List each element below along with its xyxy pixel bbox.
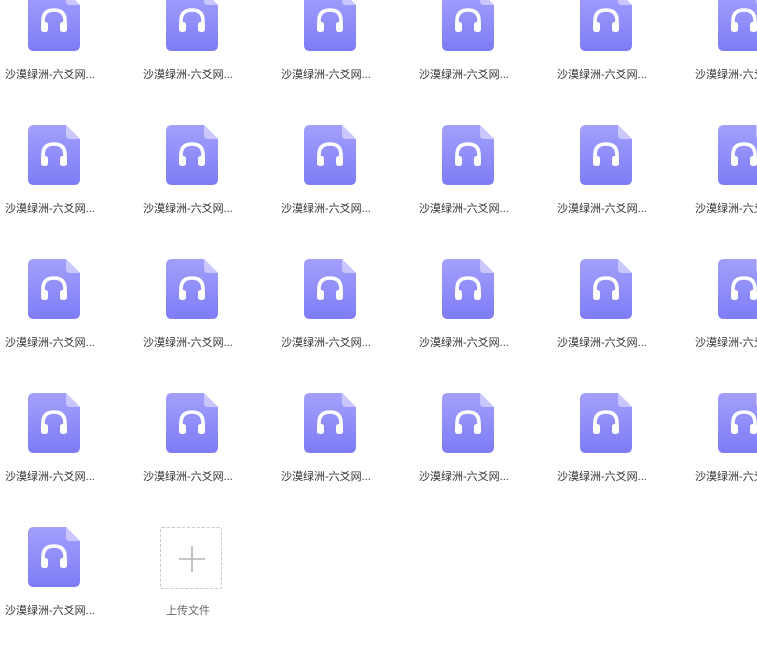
audio-file-icon	[28, 527, 80, 587]
audio-file-icon	[718, 0, 757, 51]
file-item[interactable]: 沙漠绿洲-六爻网...	[0, 527, 138, 661]
file-item[interactable]: 沙漠绿洲-六爻网...	[414, 125, 552, 259]
file-item[interactable]: 沙漠绿洲-六爻网...	[690, 125, 757, 259]
audio-file-icon	[718, 125, 757, 185]
file-name: 沙漠绿洲-六爻网...	[695, 337, 757, 349]
file-grid: 沙漠绿洲-六爻网... 沙漠绿洲-六爻网... 沙漠绿洲-六爻网... 沙漠绿洲…	[0, 0, 757, 661]
file-name: 沙漠绿洲-六爻网...	[557, 69, 647, 81]
file-item[interactable]: 沙漠绿洲-六爻网...	[552, 0, 690, 125]
file-name: 沙漠绿洲-六爻网...	[5, 337, 95, 349]
file-item[interactable]: 沙漠绿洲-六爻网...	[552, 393, 690, 527]
file-name: 沙漠绿洲-六爻网...	[143, 203, 233, 215]
file-name: 沙漠绿洲-六爻网...	[557, 337, 647, 349]
audio-file-icon	[166, 125, 218, 185]
audio-file-icon	[718, 393, 757, 453]
audio-file-icon	[304, 0, 356, 51]
file-name: 沙漠绿洲-六爻网...	[419, 203, 509, 215]
plus-icon	[179, 546, 205, 572]
file-name: 沙漠绿洲-六爻网...	[281, 69, 371, 81]
file-name: 沙漠绿洲-六爻网...	[695, 69, 757, 81]
file-item[interactable]: 沙漠绿洲-六爻网...	[0, 259, 138, 393]
audio-file-icon	[166, 0, 218, 51]
file-name: 沙漠绿洲-六爻网...	[281, 337, 371, 349]
file-name: 沙漠绿洲-六爻网...	[419, 471, 509, 483]
audio-file-icon	[28, 259, 80, 319]
audio-file-icon	[28, 393, 80, 453]
audio-file-icon	[580, 125, 632, 185]
audio-file-icon	[304, 259, 356, 319]
file-name: 沙漠绿洲-六爻网...	[5, 471, 95, 483]
file-item[interactable]: 沙漠绿洲-六爻网...	[690, 259, 757, 393]
file-name: 沙漠绿洲-六爻网...	[143, 471, 233, 483]
audio-file-icon	[442, 393, 494, 453]
file-item[interactable]: 沙漠绿洲-六爻网...	[0, 125, 138, 259]
file-item[interactable]: 沙漠绿洲-六爻网...	[690, 393, 757, 527]
file-name: 沙漠绿洲-六爻网...	[557, 471, 647, 483]
file-name: 沙漠绿洲-六爻网...	[695, 203, 757, 215]
file-item[interactable]: 沙漠绿洲-六爻网...	[276, 393, 414, 527]
file-name: 沙漠绿洲-六爻网...	[5, 605, 95, 617]
file-item[interactable]: 沙漠绿洲-六爻网...	[138, 0, 276, 125]
file-item[interactable]: 沙漠绿洲-六爻网...	[138, 259, 276, 393]
audio-file-icon	[580, 259, 632, 319]
file-item[interactable]: 沙漠绿洲-六爻网...	[138, 393, 276, 527]
file-item[interactable]: 沙漠绿洲-六爻网...	[690, 0, 757, 125]
file-name: 沙漠绿洲-六爻网...	[695, 471, 757, 483]
file-name: 沙漠绿洲-六爻网...	[143, 69, 233, 81]
file-name: 沙漠绿洲-六爻网...	[5, 203, 95, 215]
file-item[interactable]: 沙漠绿洲-六爻网...	[276, 0, 414, 125]
file-name: 沙漠绿洲-六爻网...	[419, 337, 509, 349]
file-item[interactable]: 沙漠绿洲-六爻网...	[552, 125, 690, 259]
audio-file-icon	[166, 393, 218, 453]
audio-file-icon	[304, 393, 356, 453]
audio-file-icon	[166, 259, 218, 319]
upload-item: 上传文件	[138, 527, 276, 661]
file-name: 沙漠绿洲-六爻网...	[419, 69, 509, 81]
audio-file-icon	[580, 0, 632, 51]
file-item[interactable]: 沙漠绿洲-六爻网...	[0, 0, 138, 125]
file-item[interactable]: 沙漠绿洲-六爻网...	[0, 393, 138, 527]
upload-button[interactable]	[160, 527, 222, 589]
audio-file-icon	[28, 0, 80, 51]
file-name: 沙漠绿洲-六爻网...	[557, 203, 647, 215]
file-name: 沙漠绿洲-六爻网...	[5, 69, 95, 81]
audio-file-icon	[28, 125, 80, 185]
file-item[interactable]: 沙漠绿洲-六爻网...	[414, 393, 552, 527]
audio-file-icon	[442, 0, 494, 51]
audio-file-icon	[580, 393, 632, 453]
file-name: 沙漠绿洲-六爻网...	[281, 471, 371, 483]
audio-file-icon	[442, 259, 494, 319]
file-item[interactable]: 沙漠绿洲-六爻网...	[414, 259, 552, 393]
file-name: 沙漠绿洲-六爻网...	[281, 203, 371, 215]
audio-file-icon	[718, 259, 757, 319]
audio-file-icon	[442, 125, 494, 185]
file-item[interactable]: 沙漠绿洲-六爻网...	[276, 259, 414, 393]
upload-label: 上传文件	[166, 605, 210, 617]
audio-file-icon	[304, 125, 356, 185]
file-item[interactable]: 沙漠绿洲-六爻网...	[414, 0, 552, 125]
file-item[interactable]: 沙漠绿洲-六爻网...	[552, 259, 690, 393]
file-item[interactable]: 沙漠绿洲-六爻网...	[276, 125, 414, 259]
file-name: 沙漠绿洲-六爻网...	[143, 337, 233, 349]
file-item[interactable]: 沙漠绿洲-六爻网...	[138, 125, 276, 259]
